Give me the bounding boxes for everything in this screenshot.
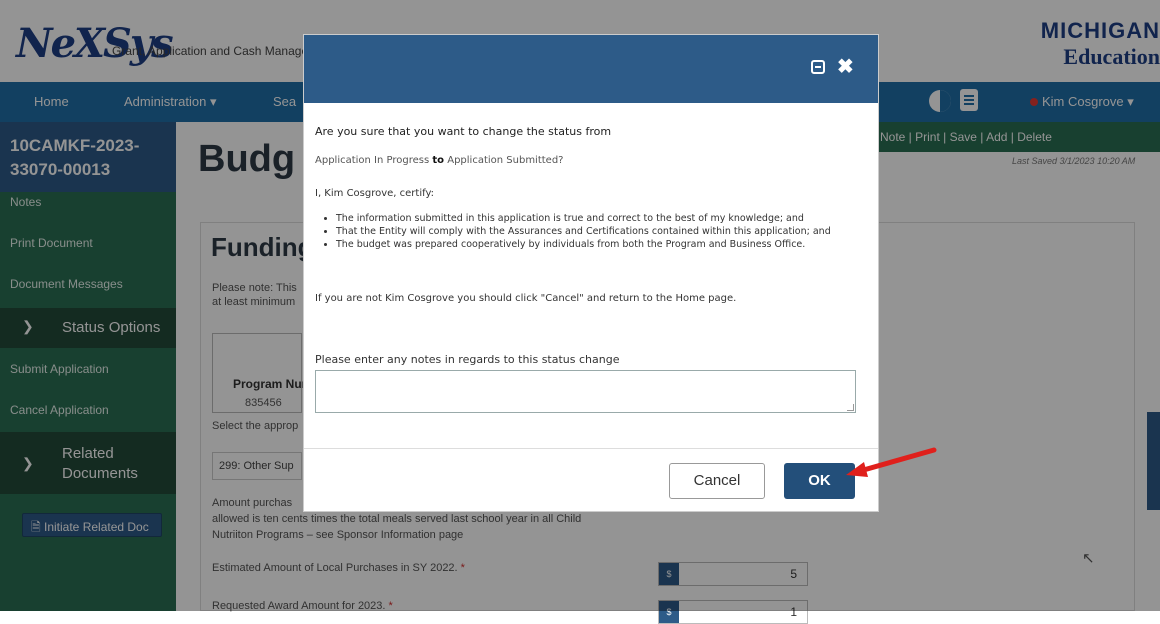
dialog-header: ✖: [304, 35, 878, 103]
notes-label: Please enter any notes in regards to thi…: [315, 353, 620, 366]
cancel-instruction: If you are not Kim Cosgrove you should c…: [315, 293, 737, 304]
to-word: to: [432, 155, 445, 166]
status-transition: Application In Progress to Application S…: [315, 155, 564, 166]
dialog-footer-divider: [304, 448, 878, 449]
certify-statement: I, Kim Cosgrove, certify:: [315, 188, 435, 199]
from-status: Application In Progress: [315, 155, 430, 166]
status-change-dialog: ✖ Are you sure that you want to change t…: [303, 34, 879, 512]
certification-list: The information submitted in this applic…: [324, 212, 854, 251]
list-item: The information submitted in this applic…: [336, 212, 854, 225]
list-item: That the Entity will comply with the Ass…: [336, 225, 854, 238]
confirm-question: Are you sure that you want to change the…: [315, 125, 612, 138]
status-notes-textarea[interactable]: [315, 370, 856, 413]
maximize-icon[interactable]: [811, 60, 825, 74]
arrow-annotation-icon: [846, 447, 937, 477]
cancel-button[interactable]: Cancel: [669, 463, 765, 499]
to-status: Application Submitted?: [447, 155, 564, 166]
close-icon[interactable]: ✖: [837, 54, 854, 79]
list-item: The budget was prepared cooperatively by…: [336, 238, 854, 251]
